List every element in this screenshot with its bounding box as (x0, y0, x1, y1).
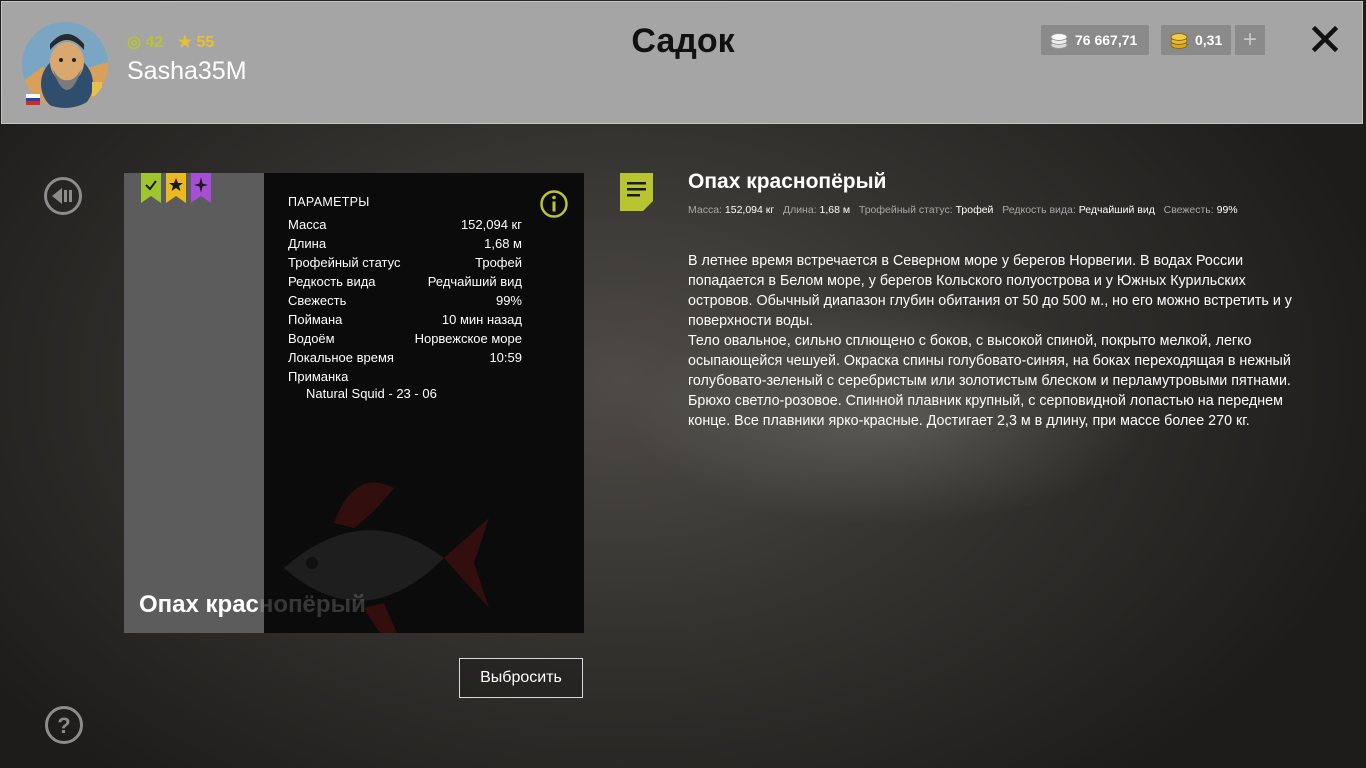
param-value: 152,094 кг (460, 217, 522, 232)
param-row: Трофейный статус Трофей (288, 253, 522, 272)
document-icon (620, 173, 653, 211)
summary-label: Свежесть: (1163, 204, 1214, 216)
param-label: Водоём (288, 331, 335, 346)
gold-value: 0,31 (1195, 32, 1223, 48)
summary-value: 99% (1216, 204, 1238, 216)
fish-summary: Масса: 152,094 кг Длина: 1,68 м Трофейны… (688, 204, 1238, 216)
param-row: Свежесть 99% (288, 291, 522, 310)
bait-row: Приманка (288, 367, 522, 386)
gold-coins-icon (1170, 33, 1188, 49)
param-row: Поймана 10 мин назад (288, 310, 522, 329)
param-value: Трофей (475, 255, 522, 270)
russia-flag-icon (26, 94, 40, 105)
summary-label: Трофейный статус: (858, 204, 953, 216)
summary-label: Редкость вида: (1002, 204, 1076, 216)
fish-card: ПАРАМЕТРЫ Масса 152,094 кг Длина 1,68 м Тр… (124, 173, 584, 633)
param-label: Редкость вида (288, 274, 376, 289)
plus-icon: + (1242, 26, 1257, 53)
discard-button[interactable]: Выбросить (459, 658, 583, 698)
summary-value: 152,094 кг (724, 204, 775, 216)
description-paragraph: Тело овальное, сильно сплющено с боков, … (688, 333, 1291, 429)
silver-coins-icon (1050, 33, 1068, 49)
param-value: 1,68 м (484, 236, 522, 251)
silver-balance: 76 667,71 (1041, 25, 1149, 55)
top-bar: ◎ 42 ★ 55 Sasha35M (1, 1, 1363, 124)
summary-label: Масса: (688, 204, 722, 216)
sparkle-ribbon-icon (191, 173, 211, 203)
param-row: Водоём Норвежское море (288, 329, 522, 348)
description-paragraph: В летнее время встречается в Северном мо… (688, 253, 1292, 329)
param-value: Редчайший вид (427, 274, 522, 289)
params-title: ПАРАМЕТРЫ (288, 195, 370, 209)
silver-value: 76 667,71 (1075, 32, 1138, 48)
card-photo-strip (124, 173, 264, 633)
param-value: 10 мин назад (441, 312, 522, 327)
summary-value: 1,68 м (819, 204, 851, 216)
param-value: 10:59 (489, 350, 522, 365)
param-label: Поймана (288, 312, 343, 327)
param-row: Длина 1,68 м (288, 234, 522, 253)
summary-value: Редчайший вид (1078, 204, 1155, 216)
star-ribbon-icon (166, 173, 186, 203)
param-label: Локальное время (288, 350, 394, 365)
summary-label: Длина: (782, 204, 817, 216)
param-row: Масса 152,094 кг (288, 215, 522, 234)
param-row: Редкость вида Редчайший вид (288, 272, 522, 291)
bait-label: Приманка (288, 369, 349, 384)
param-label: Масса (288, 217, 327, 232)
summary-value: Трофей (955, 204, 994, 216)
fish-name-caption: Опах краснопёрый (139, 591, 366, 619)
fish-name-faded: нопёрый (258, 591, 366, 618)
fish-description: В летнее время встречается в Северном мо… (688, 251, 1313, 431)
username: Sasha35M (127, 57, 247, 85)
gold-balance: 0,31 (1161, 25, 1231, 55)
param-value: 99% (495, 293, 522, 308)
fish-parameters: ПАРАМЕТРЫ Масса 152,094 кг Длина 1,68 м Тр… (288, 195, 522, 403)
info-icon[interactable] (539, 189, 569, 219)
param-value: Норвежское море (414, 331, 522, 346)
fish-name-visible: Опах крас (139, 591, 259, 618)
back-arrow-icon[interactable] (43, 176, 83, 216)
bait-value: Natural Squid - 23 - 06 (306, 386, 437, 401)
param-label: Трофейный статус (288, 255, 401, 270)
param-row: Локальное время 10:59 (288, 348, 522, 367)
close-icon[interactable] (1310, 24, 1340, 54)
help-icon[interactable]: ? (44, 705, 84, 745)
check-ribbon-icon (141, 173, 161, 203)
svg-text:?: ? (57, 713, 70, 738)
fish-title: Опах краснопёрый (688, 170, 887, 193)
param-label: Длина (288, 236, 327, 251)
add-currency-button[interactable]: + (1235, 25, 1265, 55)
param-label: Свежесть (288, 293, 347, 308)
